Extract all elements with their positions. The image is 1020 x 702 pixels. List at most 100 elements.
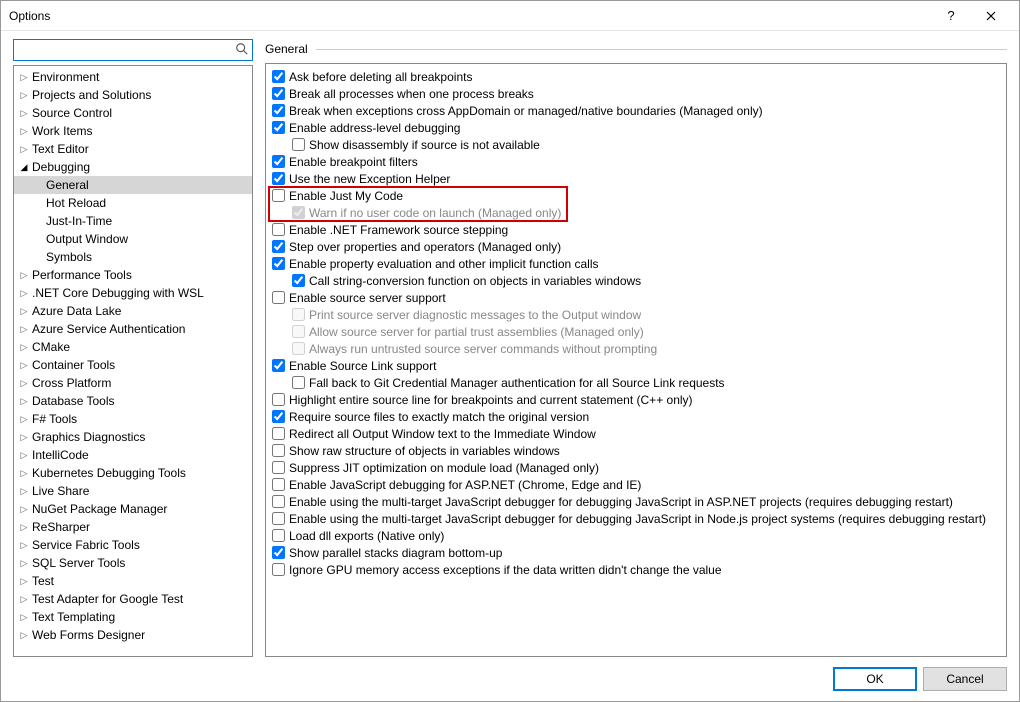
tree-item[interactable]: ▷Graphics Diagnostics [14,428,252,446]
tree-item[interactable]: ▷Projects and Solutions [14,86,252,104]
help-button[interactable]: ? [931,1,971,31]
tree-item[interactable]: ▷Environment [14,68,252,86]
option-checkbox[interactable] [272,291,285,304]
tree-item[interactable]: ▷Test Adapter for Google Test [14,590,252,608]
tree-item[interactable]: ◢Debugging [14,158,252,176]
option-checkbox[interactable] [272,223,285,236]
option-checkbox [292,206,305,219]
tree-item-label: Azure Data Lake [30,304,121,318]
option-checkbox[interactable] [272,529,285,542]
nav-tree[interactable]: ▷Environment▷Projects and Solutions▷Sour… [13,65,253,657]
window-title: Options [9,9,931,23]
option-checkbox[interactable] [272,444,285,457]
option-label: Load dll exports (Native only) [289,529,444,543]
option-checkbox[interactable] [272,461,285,474]
tree-item[interactable]: ▷Web Forms Designer [14,626,252,644]
option-checkbox[interactable] [272,87,285,100]
option-checkbox[interactable] [292,138,305,151]
option-checkbox[interactable] [272,512,285,525]
tree-item[interactable]: Just-In-Time [14,212,252,230]
option-checkbox[interactable] [272,155,285,168]
footer: OK Cancel [1,657,1019,701]
search-wrap [13,39,253,61]
tree-item-label: Debugging [30,160,90,174]
option-checkbox[interactable] [272,121,285,134]
option-checkbox[interactable] [272,478,285,491]
option-checkbox[interactable] [272,189,285,202]
tree-item-label: Web Forms Designer [30,628,145,642]
tree-item[interactable]: ▷CMake [14,338,252,356]
titlebar: Options ? [1,1,1019,31]
option-checkbox[interactable] [272,257,285,270]
tree-item[interactable]: ▷Cross Platform [14,374,252,392]
option-row: Show parallel stacks diagram bottom-up [268,544,1004,561]
tree-item-label: Text Editor [30,142,89,156]
tree-item[interactable]: ▷Work Items [14,122,252,140]
tree-item[interactable]: ▷Service Fabric Tools [14,536,252,554]
tree-item[interactable]: Output Window [14,230,252,248]
option-label: Enable property evaluation and other imp… [289,257,599,271]
chevron-right-icon: ▷ [18,396,30,407]
option-checkbox[interactable] [272,393,285,406]
option-label: Show parallel stacks diagram bottom-up [289,546,502,560]
tree-item[interactable]: ▷Container Tools [14,356,252,374]
tree-item-label: CMake [30,340,70,354]
option-label: Enable Source Link support [289,359,436,373]
tree-item[interactable]: ▷Kubernetes Debugging Tools [14,464,252,482]
option-checkbox[interactable] [272,240,285,253]
option-label: Step over properties and operators (Mana… [289,240,561,254]
tree-item[interactable]: ▷IntelliCode [14,446,252,464]
close-button[interactable] [971,1,1011,31]
tree-item[interactable]: ▷Azure Data Lake [14,302,252,320]
right-pane: General Ask before deleting all breakpoi… [265,39,1007,657]
option-row: Enable breakpoint filters [268,153,1004,170]
option-checkbox[interactable] [272,104,285,117]
option-checkbox[interactable] [292,376,305,389]
option-checkbox[interactable] [272,359,285,372]
tree-item[interactable]: ▷F# Tools [14,410,252,428]
option-label: Highlight entire source line for breakpo… [289,393,693,407]
option-checkbox[interactable] [272,495,285,508]
tree-item[interactable]: ▷Live Share [14,482,252,500]
tree-item[interactable]: ▷SQL Server Tools [14,554,252,572]
tree-item[interactable]: ▷.NET Core Debugging with WSL [14,284,252,302]
option-checkbox[interactable] [292,274,305,287]
tree-item-label: NuGet Package Manager [30,502,167,516]
tree-item[interactable]: ▷Text Editor [14,140,252,158]
tree-item[interactable]: ▷Performance Tools [14,266,252,284]
option-label: Enable JavaScript debugging for ASP.NET … [289,478,641,492]
option-row: Enable source server support [268,289,1004,306]
option-label: Show disassembly if source is not availa… [309,138,540,152]
tree-item[interactable]: ▷Source Control [14,104,252,122]
option-label: Suppress JIT optimization on module load… [289,461,599,475]
ok-button[interactable]: OK [833,667,917,691]
tree-item[interactable]: General [14,176,252,194]
tree-item-label: Kubernetes Debugging Tools [30,466,186,480]
tree-item[interactable]: Hot Reload [14,194,252,212]
tree-item-label: IntelliCode [30,448,89,462]
tree-item[interactable]: ▷NuGet Package Manager [14,500,252,518]
option-checkbox[interactable] [272,410,285,423]
option-row: Show raw structure of objects in variabl… [268,442,1004,459]
option-checkbox[interactable] [272,563,285,576]
cancel-button[interactable]: Cancel [923,667,1007,691]
tree-item[interactable]: Symbols [14,248,252,266]
options-window: Options ? ▷Environment▷Projects and Solu… [0,0,1020,702]
tree-item[interactable]: ▷Text Templating [14,608,252,626]
option-checkbox[interactable] [272,427,285,440]
search-input[interactable] [13,39,253,61]
options-panel[interactable]: Ask before deleting all breakpointsBreak… [265,63,1007,657]
option-label: Warn if no user code on launch (Managed … [309,206,561,220]
tree-item-label: General [44,178,89,192]
option-label: Fall back to Git Credential Manager auth… [309,376,725,390]
tree-item[interactable]: ▷ReSharper [14,518,252,536]
tree-item-label: Projects and Solutions [30,88,151,102]
option-checkbox[interactable] [272,172,285,185]
tree-item[interactable]: ▷Azure Service Authentication [14,320,252,338]
option-checkbox[interactable] [272,70,285,83]
chevron-right-icon: ▷ [18,288,30,299]
tree-item[interactable]: ▷Test [14,572,252,590]
option-checkbox[interactable] [272,546,285,559]
tree-item[interactable]: ▷Database Tools [14,392,252,410]
tree-item-label: Azure Service Authentication [30,322,185,336]
